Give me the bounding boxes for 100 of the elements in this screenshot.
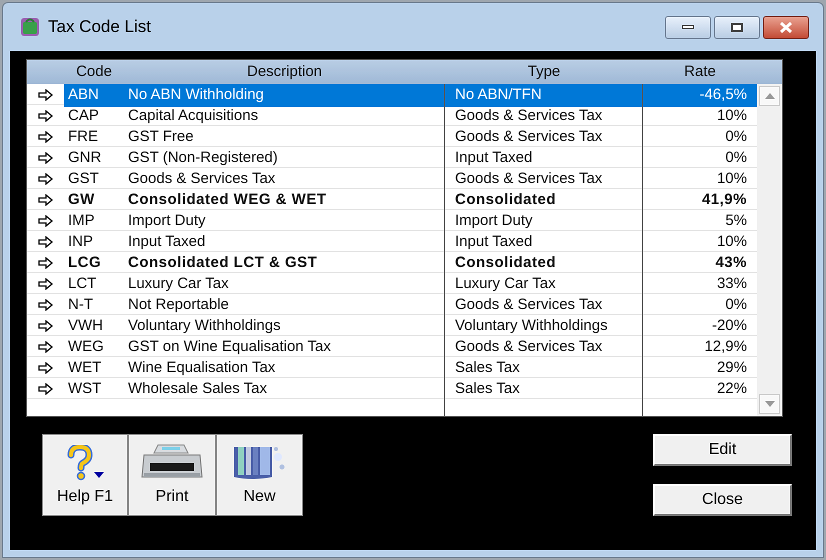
description-cell: Input Taxed	[124, 231, 445, 254]
arrow-right-icon	[38, 362, 54, 374]
code-cell: ABN	[64, 84, 124, 106]
type-cell: Sales Tax	[445, 357, 643, 380]
column-header[interactable]: Type	[445, 60, 643, 84]
dialog-button[interactable]: Close	[653, 484, 792, 516]
toolbar-button[interactable]: New	[216, 434, 303, 516]
up-arrow-icon	[764, 93, 774, 99]
arrow-right-icon	[38, 131, 54, 144]
close-icon	[779, 22, 793, 32]
scroll-up-button[interactable]	[759, 86, 780, 106]
code-cell-text: IMP	[67, 211, 96, 231]
arrow-right-icon	[38, 152, 54, 164]
arrow-right-icon	[38, 320, 54, 332]
description-cell: GST on Wine Equalisation Tax	[124, 336, 445, 358]
column-header[interactable]: Rate	[643, 60, 757, 84]
table-row[interactable]: IMP Import Duty Import Duty 5%	[27, 210, 757, 231]
code-cell-text: WST	[67, 379, 102, 399]
type-cell: Goods & Services Tax	[445, 336, 643, 358]
table-row[interactable]: VWH Voluntary Withholdings Voluntary Withholdings -20%	[27, 315, 757, 336]
description-cell: Consolidated LCT & GST	[124, 252, 445, 274]
arrow-right-icon	[38, 89, 54, 102]
description-cell: No ABN Withholding	[124, 84, 445, 106]
question-mark-icon	[65, 445, 105, 481]
rate-cell-text: 29%	[716, 358, 748, 378]
minimize-button[interactable]	[665, 16, 711, 38]
code-cell-text: WEG	[67, 337, 105, 357]
description-cell: Goods & Services Tax	[124, 168, 445, 190]
rate-cell-text: 10%	[716, 106, 748, 126]
vertical-scrollbar[interactable]	[757, 84, 782, 416]
description-cell: Import Duty	[124, 210, 445, 232]
table-row[interactable]: WEG GST on Wine Equalisation Tax Goods & Services Tax 12,9%	[27, 336, 757, 357]
type-cell: Goods & Services Tax	[445, 168, 643, 190]
code-cell-text: WET	[67, 358, 102, 378]
maximize-button[interactable]	[714, 16, 760, 38]
table-row[interactable]: GW Consolidated WEG & WET Consolidated 41,9%	[27, 189, 757, 210]
dialog-button[interactable]: Edit	[653, 434, 792, 466]
scroll-down-button[interactable]	[759, 394, 780, 414]
code-cell-text: GNR	[67, 148, 102, 168]
toolbar-button[interactable]: Print	[128, 434, 216, 516]
rate-cell-text: 41,9%	[700, 190, 748, 210]
arrow-right-icon	[38, 257, 54, 270]
table-row[interactable]: WET Wine Equalisation Tax Sales Tax 29%	[27, 357, 757, 378]
description-cell: Wholesale Sales Tax	[124, 378, 445, 400]
rate-cell-text: 5%	[724, 211, 748, 231]
arrow-right-icon	[38, 110, 54, 122]
app-icon	[20, 17, 40, 37]
rate-cell-text: 0%	[724, 148, 748, 168]
table-row[interactable]: WST Wholesale Sales Tax Sales Tax 22%	[27, 378, 757, 399]
column-header[interactable]: Description	[124, 60, 445, 84]
table-row[interactable]: N-T Not Reportable Goods & Services Tax 0%	[27, 294, 757, 315]
description-cell: Voluntary Withholdings	[124, 315, 445, 338]
table-row[interactable]: FRE GST Free Goods & Services Tax 0%	[27, 126, 757, 147]
rate-cell-text: 33%	[716, 274, 748, 294]
code-cell-text: GST	[67, 169, 100, 189]
arrow-right-icon	[38, 215, 54, 228]
type-cell: Import Duty	[445, 210, 643, 232]
description-cell: GST (Non-Registered)	[124, 147, 445, 170]
type-cell: Sales Tax	[445, 378, 643, 400]
table-row[interactable]: CAP Capital Acquisitions Goods & Services Tax 10%	[27, 105, 757, 126]
code-cell-text: CAP	[67, 106, 100, 126]
table-row[interactable]: LCT Luxury Car Tax Luxury Car Tax 33%	[27, 273, 757, 294]
description-cell: Wine Equalisation Tax	[124, 357, 445, 380]
type-cell: Consolidated	[445, 189, 643, 212]
description-cell: GST Free	[124, 126, 445, 148]
type-cell: Consolidated	[445, 252, 643, 274]
rate-cell-text: 22%	[716, 379, 748, 399]
toolbar-button[interactable]: Help F1	[42, 434, 128, 516]
rate-cell: -46,5%	[643, 84, 757, 106]
rate-cell-text: 10%	[716, 169, 748, 189]
code-cell-text: INP	[67, 232, 94, 252]
table-row[interactable]: GST Goods & Services Tax Goods & Services Tax 10%	[27, 168, 757, 189]
type-cell: Input Taxed	[445, 147, 643, 170]
arrow-right-icon	[38, 341, 54, 354]
rate-cell-text: 43%	[714, 253, 748, 273]
rate-cell-text: -20%	[710, 316, 748, 336]
arrow-right-icon	[38, 299, 54, 312]
close-window-button[interactable]	[763, 16, 809, 38]
table-row[interactable]: ABN No ABN Withholding No ABN/TFN -46,5%	[27, 84, 757, 105]
type-cell: Goods & Services Tax	[445, 105, 643, 128]
table-row[interactable]: GNR GST (Non-Registered) Input Taxed 0%	[27, 147, 757, 168]
type-cell: Input Taxed	[445, 231, 643, 254]
code-cell-text: LCT	[67, 274, 98, 294]
arrow-right-icon	[38, 383, 54, 396]
code-cell-text: LCG	[67, 253, 102, 273]
column-header[interactable]: Code	[64, 60, 124, 84]
table-row[interactable]: LCG Consolidated LCT & GST Consolidated 43%	[27, 252, 757, 273]
arrow-right-icon	[38, 236, 54, 248]
arrow-right-icon	[38, 194, 54, 206]
table-row[interactable]: INP Input Taxed Input Taxed 10%	[27, 231, 757, 252]
arrow-right-icon	[38, 173, 54, 186]
rate-cell-text: 12,9%	[703, 337, 748, 357]
code-cell-text: FRE	[67, 127, 99, 147]
type-cell: No ABN/TFN	[445, 84, 643, 106]
down-arrow-icon	[764, 401, 774, 407]
type-cell: Luxury Car Tax	[445, 273, 643, 296]
description-cell: Not Reportable	[124, 294, 445, 316]
code-cell-text: VWH	[67, 316, 104, 336]
type-cell: Goods & Services Tax	[445, 294, 643, 316]
description-cell: Consolidated WEG & WET	[124, 189, 445, 212]
